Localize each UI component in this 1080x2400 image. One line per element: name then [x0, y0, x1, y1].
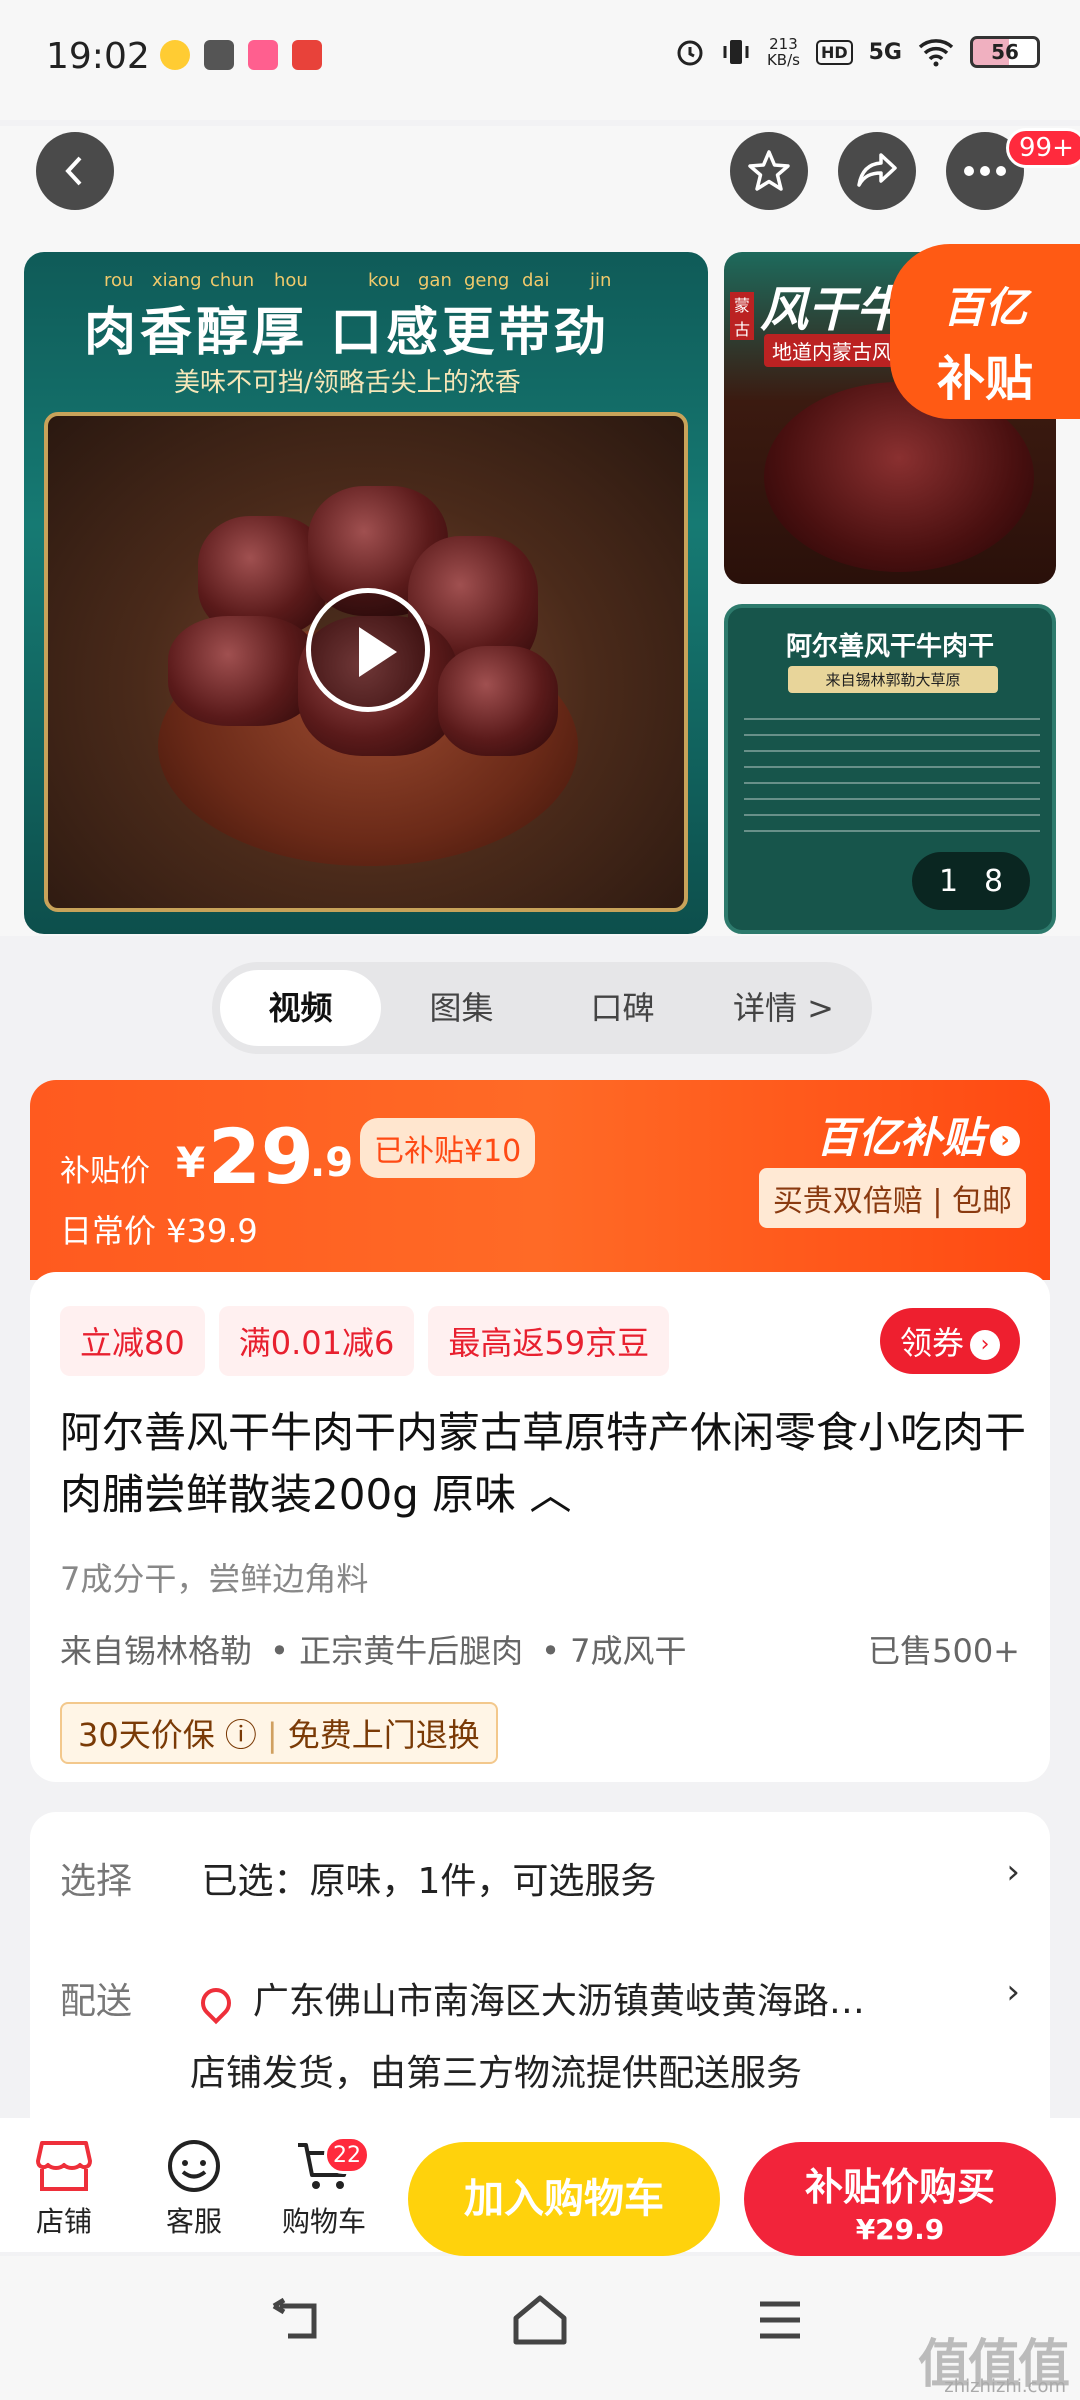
battery-indicator: 56 — [970, 36, 1040, 68]
notif-gallery-icon — [204, 40, 234, 70]
location-icon — [195, 1981, 238, 2025]
vibrate-icon — [723, 40, 749, 64]
product-tags: 来自锡林格勒 • 正宗黄牛后腿肉 • 7成风干 — [60, 1632, 687, 1670]
price-guarantee-badge: 买贵双倍赔 | 包邮 — [758, 1168, 1026, 1228]
sold-count: 已售500+ — [868, 1632, 1020, 1670]
play-video-button[interactable] — [306, 588, 430, 712]
product-subtitle: 7成分干，尝鲜边角料 — [60, 1560, 369, 1598]
notif-app2-icon — [248, 40, 278, 70]
tab-gallery[interactable]: 图集 — [381, 970, 542, 1046]
spec-select-row[interactable]: 选择 已选：原味，1件，可选服务 — [60, 1852, 656, 1904]
message-badge: 99+ — [1006, 128, 1080, 168]
home-nav-icon[interactable] — [510, 2294, 570, 2346]
shop-icon — [36, 2141, 92, 2191]
share-icon — [857, 153, 897, 187]
delivery-label: 配送 — [60, 1981, 133, 2022]
back-nav-icon[interactable] — [270, 2296, 326, 2346]
status-time: 19:02 — [46, 36, 150, 77]
chevron-right-icon: › — [990, 1125, 1020, 1156]
service-label: 客服 — [165, 2205, 222, 2238]
chevron-right-icon[interactable]: › — [1006, 1972, 1020, 2012]
menu-nav-icon[interactable] — [756, 2298, 804, 2342]
price-decimal: .9 — [310, 1140, 354, 1186]
tab-reviews[interactable]: 口碑 — [542, 970, 703, 1046]
top-nav — [0, 126, 1080, 216]
price-card: 补贴价 ¥ 29 .9 已补贴¥10 日常价 ¥39.9 百亿补贴 › 买贵双倍赔… — [30, 1080, 1050, 1280]
coupon-item[interactable]: 满0.01减6 — [218, 1306, 415, 1376]
get-coupon-button[interactable]: 领券 › — [879, 1308, 1020, 1374]
share-button[interactable] — [838, 132, 916, 210]
daily-price: 日常价 ¥39.9 — [60, 1212, 258, 1250]
status-bar: 19:02 213 KB/s HD 5G 56 — [0, 0, 1080, 120]
selection-card: 选择 已选：原味，1件，可选服务 › 配送 广东佛山市南海区大沥镇黄岐黄海路… … — [30, 1812, 1050, 2132]
main-image-subtitle: 美味不可挡/领略舌尖上的浓香 — [174, 368, 521, 398]
notif-app-icon — [160, 40, 190, 70]
choose-value: 已选：原味，1件，可选服务 — [201, 1861, 657, 1902]
watermark-url: zhizhizhi.com — [944, 2376, 1066, 2397]
product-info-card: 立减80 满0.01减6 最高返59京豆 领券 › 阿尔善风干牛肉干内蒙古草原特产… — [30, 1272, 1050, 1782]
chevron-right-icon[interactable]: › — [1006, 1852, 1020, 1892]
product-title[interactable]: 阿尔善风干牛肉干内蒙古草原特产休闲零食小吃肉干肉脯尝鲜散装200g 原味 ︿ — [60, 1402, 1030, 1526]
notif-app3-icon — [292, 40, 322, 70]
coupon-item[interactable]: 最高返59京豆 — [428, 1306, 670, 1376]
main-image-title: 肉香醇厚 口感更带劲 — [84, 302, 611, 363]
notification-icons — [160, 40, 322, 70]
price-currency: ¥ — [176, 1138, 206, 1187]
cart-label: 购物车 — [281, 2205, 366, 2238]
service-guarantee[interactable]: 30天价保 ⓘ | 免费上门退换 — [60, 1702, 498, 1764]
buy-now-button[interactable]: 补贴价购买 ¥29.9 — [744, 2142, 1056, 2256]
main-product-video[interactable]: rou xiang chun hou kou gan geng dai jin … — [24, 252, 708, 934]
network-type: 5G — [868, 39, 902, 65]
cart-count-badge: 22 — [324, 2136, 370, 2174]
price-integer: 29 — [208, 1112, 314, 1201]
delivery-note: 店铺发货，由第三方物流提供配送服务 — [190, 2053, 803, 2094]
customer-service-button[interactable]: 客服 — [144, 2138, 244, 2240]
gallery-counter: 1 8 — [912, 852, 1030, 910]
thumb2-title: 阿尔善风干牛肉干 — [785, 632, 994, 662]
alarm-icon — [677, 40, 703, 66]
add-to-cart-button[interactable]: 加入购物车 — [408, 2142, 720, 2256]
thumb1-region: 蒙古 — [730, 292, 754, 340]
media-tabs: 视频 图集 口碑 详情 > — [212, 962, 872, 1054]
more-dots-icon — [964, 166, 1006, 176]
back-button[interactable] — [36, 132, 114, 210]
subsidized-amount: 已补贴¥10 — [360, 1118, 536, 1178]
subsidy-price-label: 补贴价 — [60, 1154, 150, 1189]
thumb2-subtitle: 来自锡林郭勒大草原 — [788, 666, 998, 693]
chevron-left-icon — [65, 156, 82, 186]
billion-subsidy-link[interactable]: 百亿补贴 › — [816, 1104, 1020, 1165]
coupon-item[interactable]: 立减80 — [60, 1306, 205, 1376]
coupon-list: 立减80 满0.01减6 最高返59京豆 — [60, 1306, 670, 1376]
wifi-icon — [918, 39, 954, 67]
choose-label: 选择 — [60, 1861, 133, 1902]
tab-details[interactable]: 详情 > — [703, 970, 864, 1046]
chat-face-icon — [168, 2140, 220, 2192]
shop-label: 店铺 — [35, 2205, 92, 2238]
chevron-right-icon: › — [970, 1330, 1000, 1360]
delivery-row[interactable]: 配送 广东佛山市南海区大沥镇黄岐黄海路… — [60, 1972, 865, 2025]
star-icon — [748, 150, 790, 191]
hd-badge: HD — [815, 39, 853, 65]
tab-video[interactable]: 视频 — [220, 970, 381, 1046]
shop-button[interactable]: 店铺 — [14, 2138, 114, 2240]
subsidy-corner-tag: 百亿 补贴 — [890, 244, 1080, 419]
delivery-address: 广东佛山市南海区大沥镇黄岐黄海路… — [252, 1981, 865, 2022]
net-speed: 213 KB/s — [766, 35, 800, 69]
thumb1-tag: 地道内蒙古风 — [764, 334, 900, 367]
favorite-button[interactable] — [730, 132, 808, 210]
status-right: 213 KB/s HD 5G 56 — [675, 36, 1040, 68]
